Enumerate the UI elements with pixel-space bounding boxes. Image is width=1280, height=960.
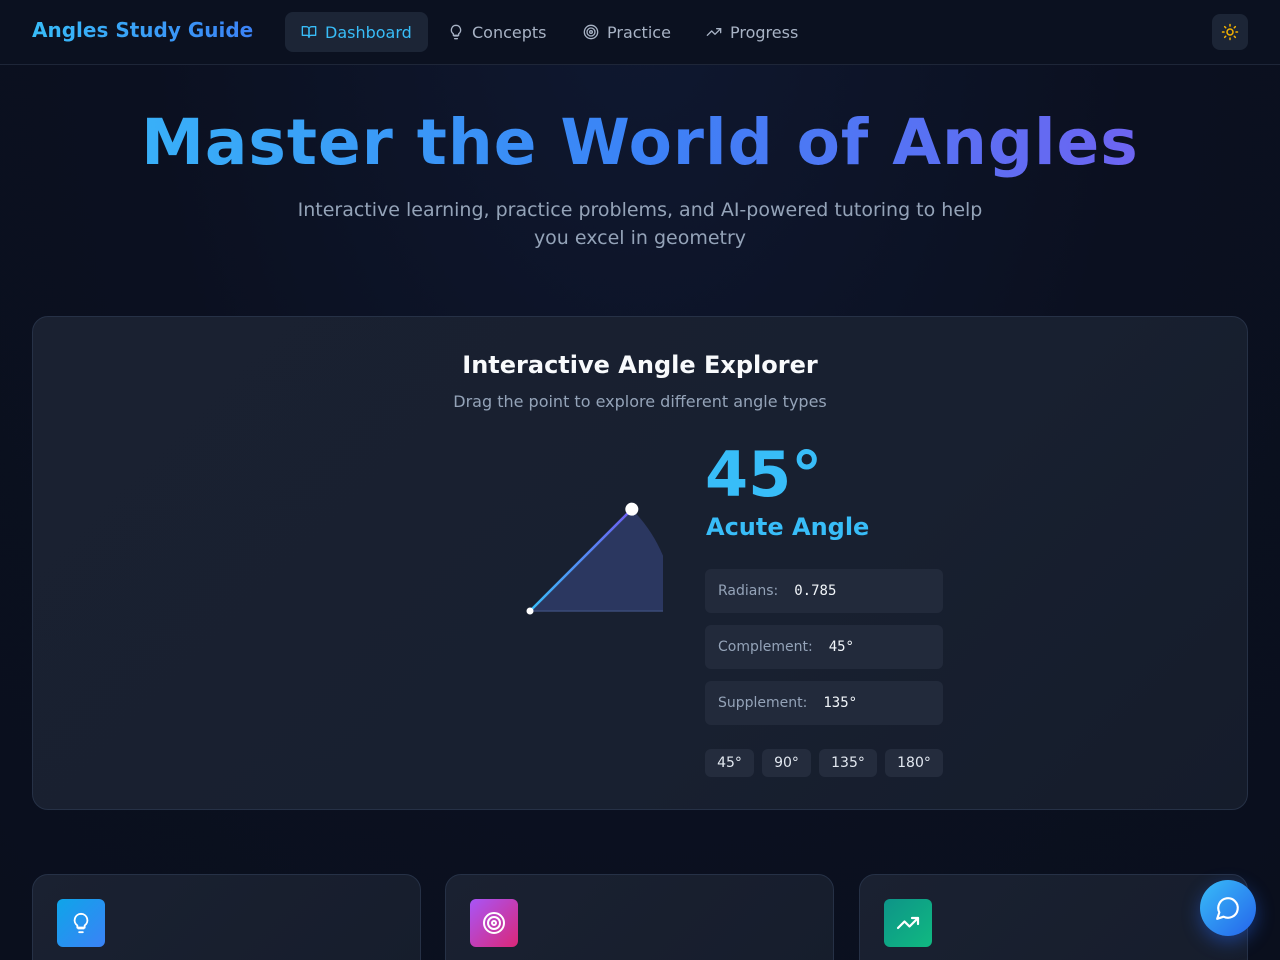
drag-handle[interactable] [625, 502, 639, 516]
angle-type-label: Acute Angle [706, 513, 870, 541]
book-open-icon [301, 26, 317, 38]
hero-title: Master the World of Angles [0, 106, 1280, 179]
stat-complement: Complement: 45° [705, 625, 943, 669]
stat-value: 45° [828, 639, 854, 655]
vertex-point [526, 607, 534, 615]
nav-item-concepts[interactable]: Concepts [432, 12, 563, 52]
feature-icon-tile [884, 899, 932, 947]
sun-icon [1221, 23, 1239, 41]
stat-radians: Radians: 0.785 [705, 569, 943, 613]
feature-card-progress[interactable] [859, 874, 1248, 960]
stat-supplement: Supplement: 135° [705, 681, 943, 725]
app-title[interactable]: Angles Study Guide [32, 18, 253, 42]
lightbulb-icon [450, 24, 462, 40]
angle-degrees: 45° [705, 438, 823, 511]
trending-up-icon [896, 916, 920, 930]
trending-up-icon [706, 27, 722, 36]
feature-icon-tile [57, 899, 105, 947]
nav-item-label: Practice [607, 22, 671, 42]
chat-bubble-icon [1216, 897, 1239, 920]
theme-toggle-button[interactable] [1212, 14, 1248, 50]
hero-subtitle: Interactive learning, practice problems,… [297, 199, 983, 249]
target-icon [483, 912, 505, 934]
nav-item-label: Dashboard [325, 22, 412, 42]
angle-explorer-card: Interactive Angle Explorer Drag the poin… [32, 316, 1248, 810]
ai-tutor-chat-button[interactable] [1200, 880, 1256, 936]
nav-item-practice[interactable]: Practice [567, 12, 687, 52]
nav-item-progress[interactable]: Progress [690, 12, 814, 52]
explorer-subtitle: Drag the point to explore different angl… [453, 392, 827, 411]
top-navbar: Angles Study Guide Dashboard Concepts Pr… [0, 0, 1280, 65]
nav-item-dashboard[interactable]: Dashboard [285, 12, 428, 52]
target-icon [583, 24, 599, 40]
stat-value: 135° [823, 695, 858, 711]
angle-visualizer[interactable] [483, 487, 663, 627]
stat-label: Complement: [718, 639, 813, 655]
lightbulb-icon [73, 912, 89, 934]
stat-label: Radians: [718, 583, 779, 599]
preset-45-button[interactable]: 45° [705, 749, 754, 777]
feature-icon-tile [470, 899, 518, 947]
explorer-title: Interactive Angle Explorer [462, 351, 818, 379]
feature-card-concepts[interactable] [32, 874, 421, 960]
nav-item-label: Concepts [472, 22, 547, 42]
stat-label: Supplement: [718, 695, 808, 711]
nav-item-label: Progress [730, 22, 799, 42]
preset-135-button[interactable]: 135° [819, 749, 877, 777]
feature-card-practice[interactable] [445, 874, 834, 960]
stat-value: 0.785 [794, 583, 837, 599]
preset-90-button[interactable]: 90° [762, 749, 811, 777]
angle-sector [530, 509, 663, 611]
preset-180-button[interactable]: 180° [885, 749, 943, 777]
